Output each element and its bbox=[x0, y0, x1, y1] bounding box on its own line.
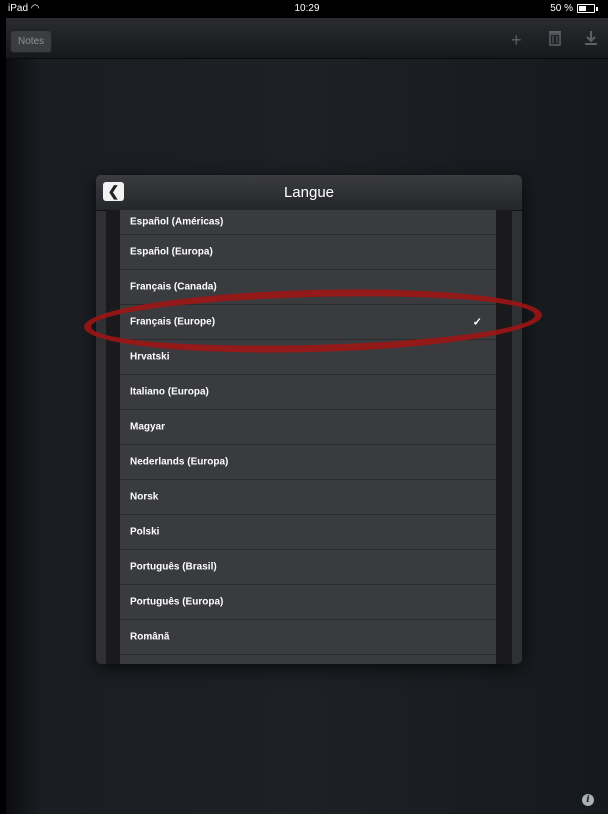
language-row[interactable]: Português (Brasil) bbox=[120, 550, 496, 585]
language-row[interactable]: Português (Europa) bbox=[120, 585, 496, 620]
language-row[interactable]: Magyar bbox=[120, 410, 496, 445]
dialog-header: ❮ Langue bbox=[96, 175, 522, 211]
language-label: Hrvatski bbox=[130, 351, 170, 363]
language-row[interactable]: Español (Américas) bbox=[120, 210, 496, 235]
download-icon[interactable] bbox=[584, 30, 598, 50]
language-row[interactable]: Español (Europa) bbox=[120, 235, 496, 270]
dialog-title: Langue bbox=[283, 184, 335, 201]
language-label: Español (Américas) bbox=[130, 216, 224, 228]
language-row[interactable]: Norsk bbox=[120, 480, 496, 515]
battery-tip bbox=[596, 6, 598, 11]
status-time: 10:29 bbox=[294, 3, 320, 14]
language-row[interactable]: Română bbox=[120, 620, 496, 655]
trash-icon[interactable] bbox=[548, 30, 562, 50]
battery-icon bbox=[577, 4, 595, 13]
status-battery: 50 % bbox=[550, 3, 598, 14]
language-label: Français (Canada) bbox=[130, 281, 217, 293]
battery-percent: 50 % bbox=[550, 3, 573, 14]
language-dialog: ❮ Langue Español (Américas) Español (Eur… bbox=[96, 175, 522, 664]
language-row[interactable]: Italiano (Europa) bbox=[120, 375, 496, 410]
plus-icon[interactable]: + bbox=[511, 30, 522, 50]
notes-button[interactable]: Notes bbox=[10, 30, 53, 53]
language-label: Nederlands (Europa) bbox=[130, 456, 229, 468]
language-label: Polski bbox=[130, 526, 160, 538]
language-label: Română bbox=[130, 631, 170, 643]
language-list-area[interactable]: Español (Américas) Español (Europa) Fran… bbox=[106, 210, 512, 664]
info-icon[interactable]: i bbox=[582, 794, 594, 806]
language-label: Português (Brasil) bbox=[130, 561, 217, 573]
language-label: Norsk bbox=[130, 491, 159, 503]
language-label: Magyar bbox=[130, 421, 166, 433]
status-bar: iPad ◠ 10:29 50 % bbox=[6, 0, 608, 18]
app-screen: iPad ◠ 10:29 50 % Notes + ❮ Langue Españ… bbox=[6, 0, 608, 814]
language-label: Italiano (Europa) bbox=[130, 386, 209, 398]
language-label: Español (Europa) bbox=[130, 246, 213, 258]
language-list: Español (Américas) Español (Europa) Fran… bbox=[120, 210, 496, 664]
language-row[interactable]: Nederlands (Europa) bbox=[120, 445, 496, 480]
language-row[interactable]: Polski bbox=[120, 515, 496, 550]
language-label: Português (Europa) bbox=[130, 596, 224, 608]
top-toolbar: Notes + bbox=[6, 18, 608, 59]
language-row-partial[interactable] bbox=[120, 655, 496, 664]
